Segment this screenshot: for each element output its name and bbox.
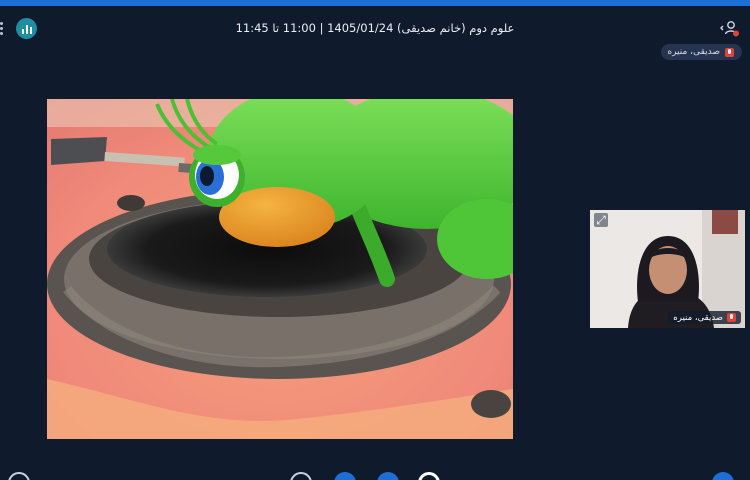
dock-button[interactable] [712, 472, 734, 480]
user-status-icon[interactable] [720, 20, 740, 38]
dock-button[interactable] [377, 472, 399, 480]
dock-button[interactable] [334, 472, 356, 480]
dock-button[interactable] [418, 472, 440, 480]
mic-muted-icon [727, 313, 736, 322]
session-header: علوم دوم (خانم صدیقی) 1405/01/24 | 11:00… [0, 6, 750, 42]
expand-icon[interactable]: ⤢ [594, 213, 608, 227]
dock-button[interactable] [290, 472, 312, 480]
mic-muted-icon [725, 47, 734, 57]
webcam-tile[interactable]: ⤢ صدیقی، منیره [590, 210, 745, 328]
presenter-chip[interactable]: صدیقی، منیره [661, 44, 742, 60]
presenter-name: صدیقی، منیره [667, 47, 720, 57]
webcam-name: صدیقی، منیره [673, 312, 723, 323]
shared-video[interactable] [47, 99, 513, 439]
dock-button[interactable] [8, 472, 30, 480]
session-title: علوم دوم (خانم صدیقی) 1405/01/24 | 11:00… [235, 21, 515, 35]
webcam-name-tag: صدیقی، منیره [668, 311, 741, 324]
